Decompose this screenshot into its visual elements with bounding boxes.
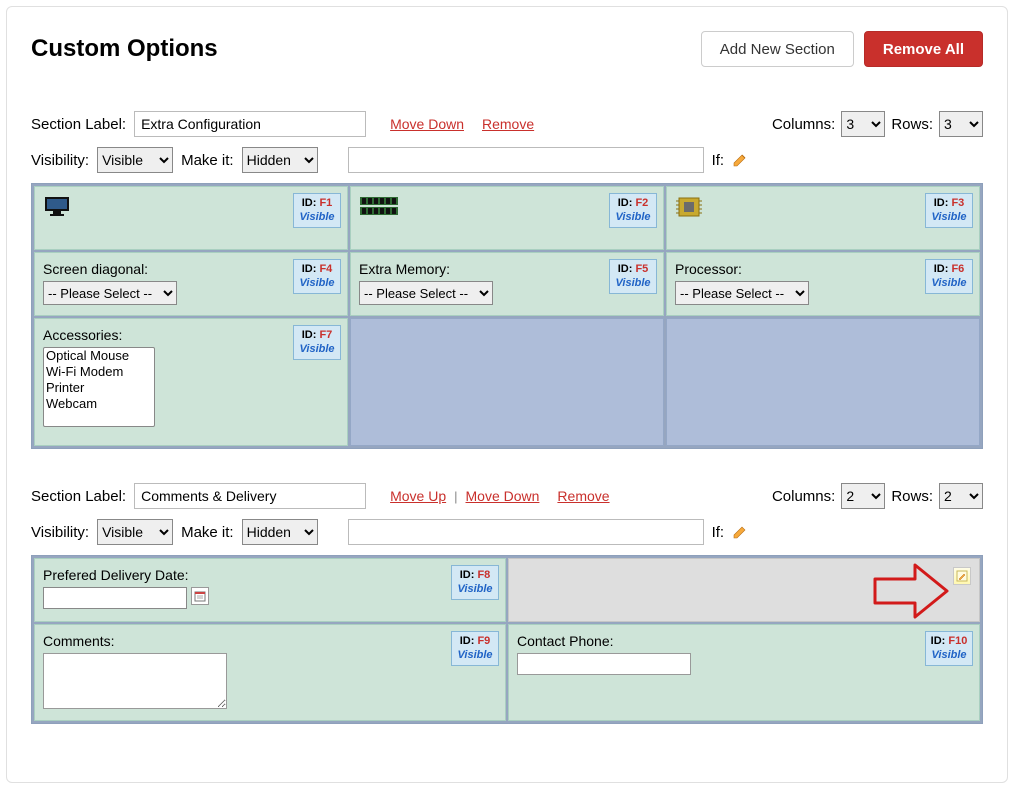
id-badge-f5: ID: F5 Visible (609, 259, 657, 294)
id-badge-f10: ID: F10 Visible (925, 631, 973, 666)
contact-phone-input[interactable] (517, 653, 691, 675)
section2-grid: Prefered Delivery Date: ID: F8 Visible (31, 555, 983, 724)
cell-empty-r3c2[interactable] (350, 318, 664, 446)
section-row-visibility-2: Visibility: Visible Make it: Hidden If: (31, 519, 983, 545)
if-condition-input-2[interactable] (348, 519, 704, 545)
cell-f9[interactable]: Comments: ID: F9 Visible (34, 624, 506, 721)
screen-diagonal-select[interactable]: -- Please Select -- (43, 281, 177, 305)
move-up-link[interactable]: Move Up (390, 488, 446, 504)
columns-select[interactable]: 3 (841, 111, 885, 137)
cell-f8[interactable]: Prefered Delivery Date: ID: F8 Visible (34, 558, 506, 622)
processor-select[interactable]: -- Please Select -- (675, 281, 809, 305)
section-label-input[interactable] (134, 111, 366, 137)
cell-empty-r3c3[interactable] (666, 318, 980, 446)
edit-condition-icon[interactable] (732, 152, 748, 168)
comments-label: Comments: (43, 633, 497, 649)
cell-f2[interactable]: ID: F2 Visible (350, 186, 664, 250)
columns-rows-controls: Columns: 3 Rows: 3 (772, 111, 983, 137)
id-badge-f8: ID: F8 Visible (451, 565, 499, 600)
link-separator: | (454, 489, 457, 504)
id-badge-f6: ID: F6 Visible (925, 259, 973, 294)
section-row-visibility: Visibility: Visible Make it: Hidden If: (31, 147, 983, 173)
header-buttons: Add New Section Remove All (701, 31, 983, 67)
cell-f4[interactable]: Screen diagonal: -- Please Select -- ID:… (34, 252, 348, 316)
section-row-label-2: Section Label: Move Up | Move Down Remov… (31, 483, 983, 509)
add-new-section-button[interactable]: Add New Section (701, 31, 854, 67)
calendar-icon[interactable] (191, 587, 209, 605)
section1-grid: ID: F1 Visible ID: F2 Visible (31, 183, 983, 449)
ram-icon (359, 195, 399, 217)
id-badge-f4: ID: F4 Visible (293, 259, 341, 294)
monitor-icon (43, 195, 73, 217)
arrow-annotation-icon (871, 559, 951, 623)
columns-select-2[interactable]: 2 (841, 483, 885, 509)
accessories-listbox[interactable]: Optical Mouse Wi-Fi Modem Printer Webcam (43, 347, 155, 427)
id-badge-f3: ID: F3 Visible (925, 193, 973, 228)
id-badge-f7: ID: F7 Visible (293, 325, 341, 360)
visibility-select-2[interactable]: Visible (97, 519, 173, 545)
rows-label: Rows: (891, 116, 933, 133)
cell-f1[interactable]: ID: F1 Visible (34, 186, 348, 250)
section-extra-configuration: Section Label: Move Down Remove Columns:… (31, 111, 983, 449)
comments-textarea[interactable] (43, 653, 227, 709)
columns-label-2: Columns: (772, 488, 835, 505)
visibility-label: Visibility: (31, 152, 89, 169)
if-label-2: If: (712, 524, 725, 541)
rows-select[interactable]: 3 (939, 111, 983, 137)
extra-memory-select[interactable]: -- Please Select -- (359, 281, 493, 305)
make-it-select[interactable]: Hidden (242, 147, 318, 173)
section-label-input-2[interactable] (134, 483, 366, 509)
visibility-label-2: Visibility: (31, 524, 89, 541)
cpu-icon (675, 195, 703, 219)
if-condition-input[interactable] (348, 147, 704, 173)
section-row-label: Section Label: Move Down Remove Columns:… (31, 111, 983, 137)
cell-f5[interactable]: Extra Memory: -- Please Select -- ID: F5… (350, 252, 664, 316)
custom-options-panel: Custom Options Add New Section Remove Al… (6, 6, 1008, 783)
id-badge-f9: ID: F9 Visible (451, 631, 499, 666)
section-label-text-2: Section Label: (31, 488, 126, 505)
make-it-label-2: Make it: (181, 524, 234, 541)
columns-label: Columns: (772, 116, 835, 133)
delivery-date-input[interactable] (43, 587, 187, 609)
edit-condition-icon-2[interactable] (732, 524, 748, 540)
if-label: If: (712, 152, 725, 169)
move-down-link-2[interactable]: Move Down (466, 488, 540, 504)
rows-label-2: Rows: (891, 488, 933, 505)
delivery-date-label: Prefered Delivery Date: (43, 567, 497, 583)
cell-f10[interactable]: Contact Phone: ID: F10 Visible (508, 624, 980, 721)
add-field-icon[interactable] (953, 567, 971, 585)
remove-section-link[interactable]: Remove (482, 116, 534, 132)
columns-rows-controls-2: Columns: 2 Rows: 2 (772, 483, 983, 509)
make-it-select-2[interactable]: Hidden (242, 519, 318, 545)
rows-select-2[interactable]: 2 (939, 483, 983, 509)
remove-all-button[interactable]: Remove All (864, 31, 983, 67)
page-title: Custom Options (31, 35, 218, 63)
contact-phone-label: Contact Phone: (517, 633, 971, 649)
cell-empty-new-field[interactable] (508, 558, 980, 622)
section-comments-delivery: Section Label: Move Up | Move Down Remov… (31, 483, 983, 724)
id-badge-f1: ID: F1 Visible (293, 193, 341, 228)
cell-f3[interactable]: ID: F3 Visible (666, 186, 980, 250)
cell-f7[interactable]: Accessories: Optical Mouse Wi-Fi Modem P… (34, 318, 348, 446)
id-badge-f2: ID: F2 Visible (609, 193, 657, 228)
cell-f6[interactable]: Processor: -- Please Select -- ID: F6 Vi… (666, 252, 980, 316)
visibility-select[interactable]: Visible (97, 147, 173, 173)
move-down-link[interactable]: Move Down (390, 116, 464, 132)
remove-section-link-2[interactable]: Remove (557, 488, 609, 504)
section-label-text: Section Label: (31, 116, 126, 133)
make-it-label: Make it: (181, 152, 234, 169)
page-header: Custom Options Add New Section Remove Al… (31, 31, 983, 67)
